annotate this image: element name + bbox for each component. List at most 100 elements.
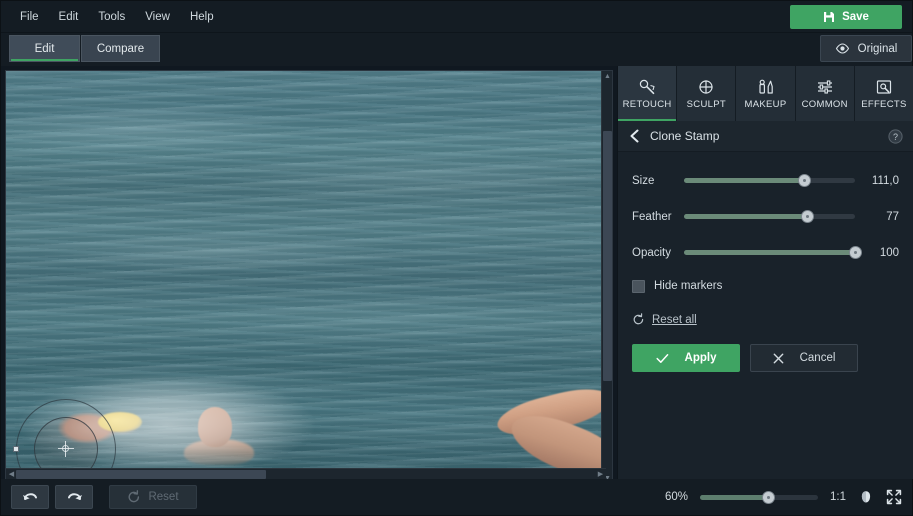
reset-all-label: Reset all bbox=[652, 313, 697, 326]
reset-button-label: Reset bbox=[148, 491, 179, 503]
menu-bar: File Edit Tools View Help Save bbox=[1, 1, 912, 33]
swimmer-left bbox=[42, 401, 162, 457]
panel-header: Clone Stamp ? bbox=[618, 121, 913, 152]
undo-button[interactable] bbox=[11, 485, 49, 509]
slider-feather-track[interactable] bbox=[684, 210, 855, 223]
redo-button[interactable] bbox=[55, 485, 93, 509]
apply-button[interactable]: Apply bbox=[632, 344, 740, 372]
zoom-percent-label: 60% bbox=[664, 491, 688, 503]
slider-opacity: Opacity 100 bbox=[632, 240, 899, 265]
canvas-region: ▲ ▼ ◀ ▶ bbox=[1, 66, 617, 485]
sculpt-target-icon bbox=[696, 78, 716, 96]
original-toggle-label: Original bbox=[857, 42, 898, 55]
menu-item-help[interactable]: Help bbox=[181, 6, 223, 28]
check-icon bbox=[655, 353, 669, 364]
slider-opacity-label: Opacity bbox=[632, 246, 671, 259]
horizontal-scroll-thumb[interactable] bbox=[16, 470, 266, 479]
reset-circular-arrow-icon bbox=[127, 490, 141, 504]
slider-size: Size 111,0 bbox=[632, 168, 899, 193]
zoom-slider-knob[interactable] bbox=[762, 490, 776, 504]
tab-common[interactable]: COMMON bbox=[795, 66, 855, 121]
panel-body: Size 111,0 Feather 77 Opacity 100 Hide m… bbox=[618, 152, 913, 372]
zoom-ratio-button[interactable]: 1:1 bbox=[830, 491, 846, 503]
chevron-left-icon[interactable] bbox=[629, 129, 640, 143]
mode-toolbar-left: Edit Compare Original bbox=[1, 33, 912, 66]
tab-effects-label: EFFECTS bbox=[861, 98, 907, 110]
slider-feather: Feather 77 bbox=[632, 204, 899, 229]
tab-effects[interactable]: EFFECTS bbox=[854, 66, 913, 121]
makeup-lipstick-icon bbox=[756, 78, 776, 96]
retouch-wand-icon bbox=[637, 78, 657, 96]
canvas-vertical-scrollbar[interactable]: ▲ ▼ bbox=[601, 71, 612, 484]
checkbox-box-icon[interactable] bbox=[632, 279, 645, 293]
main-area: ▲ ▼ ◀ ▶ bbox=[1, 66, 913, 485]
slider-size-fill bbox=[684, 178, 804, 183]
x-icon bbox=[773, 353, 784, 364]
menu-item-tools[interactable]: Tools bbox=[89, 6, 134, 28]
slider-size-knob[interactable] bbox=[797, 174, 811, 187]
menu-item-edit[interactable]: Edit bbox=[50, 6, 88, 28]
application-window: File Edit Tools View Help Save Edit Comp… bbox=[0, 0, 913, 516]
hide-markers-checkbox[interactable]: Hide markers bbox=[632, 276, 899, 296]
swimmer-right-head bbox=[198, 407, 232, 447]
redo-arrow-icon bbox=[66, 490, 83, 504]
slider-feather-fill bbox=[684, 214, 808, 219]
slider-size-label: Size bbox=[632, 174, 655, 187]
yellow-float-object bbox=[98, 412, 142, 432]
slider-opacity-fill bbox=[684, 250, 855, 255]
face-fit-icon[interactable] bbox=[858, 489, 874, 505]
expand-arrows-icon[interactable] bbox=[886, 489, 902, 505]
panel-actions: Apply Cancel bbox=[632, 344, 899, 372]
tab-compare-label: Compare bbox=[96, 42, 145, 55]
save-button-label: Save bbox=[842, 11, 869, 23]
tab-compare[interactable]: Compare bbox=[81, 35, 160, 62]
slider-feather-value: 77 bbox=[886, 210, 899, 223]
scroll-up-arrow-icon[interactable]: ▲ bbox=[602, 71, 613, 82]
zoom-controls: 60% 1:1 bbox=[654, 479, 902, 515]
panel-tabs: RETOUCH SCULPT MAKEUP COMMON EFFECTS bbox=[618, 66, 913, 121]
floppy-disk-icon bbox=[823, 11, 835, 23]
menu-item-file[interactable]: File bbox=[11, 6, 48, 28]
effects-magic-frame-icon bbox=[874, 78, 894, 96]
zoom-slider-fill bbox=[700, 494, 769, 500]
slider-size-track[interactable] bbox=[684, 174, 855, 187]
cancel-button-label: Cancel bbox=[799, 352, 836, 364]
image-canvas[interactable] bbox=[5, 70, 613, 485]
save-button[interactable]: Save bbox=[790, 5, 902, 29]
tab-sculpt-label: SCULPT bbox=[686, 98, 726, 110]
help-question-icon[interactable]: ? bbox=[888, 128, 903, 144]
reset-circular-arrow-icon bbox=[632, 313, 645, 326]
tool-panel: RETOUCH SCULPT MAKEUP COMMON EFFECTS Clo… bbox=[617, 66, 913, 479]
panel-title: Clone Stamp bbox=[650, 129, 720, 143]
menu-items: File Edit Tools View Help bbox=[1, 6, 223, 28]
slider-feather-knob[interactable] bbox=[801, 210, 815, 223]
slider-opacity-knob[interactable] bbox=[849, 246, 862, 259]
menu-item-view[interactable]: View bbox=[136, 6, 179, 28]
tab-retouch[interactable]: RETOUCH bbox=[618, 66, 678, 121]
eye-icon bbox=[835, 43, 850, 54]
canvas-horizontal-scrollbar[interactable]: ◀ ▶ bbox=[6, 468, 606, 479]
common-sliders-icon bbox=[815, 78, 835, 96]
undo-arrow-icon bbox=[22, 490, 39, 504]
mode-toolbar: Edit Compare Original bbox=[1, 33, 912, 66]
hide-markers-label: Hide markers bbox=[654, 280, 723, 292]
tab-makeup-label: MAKEUP bbox=[744, 98, 787, 110]
zoom-slider-track[interactable] bbox=[700, 490, 818, 504]
tab-retouch-label: RETOUCH bbox=[622, 98, 672, 110]
vertical-scroll-thumb[interactable] bbox=[603, 131, 612, 381]
tab-edit-label: Edit bbox=[34, 42, 55, 55]
slider-size-value: 111,0 bbox=[871, 174, 899, 187]
tab-common-label: COMMON bbox=[801, 98, 848, 110]
original-toggle-button[interactable]: Original bbox=[820, 35, 912, 62]
tab-edit[interactable]: Edit bbox=[9, 35, 80, 62]
svg-text:?: ? bbox=[893, 131, 898, 141]
reset-all-link[interactable]: Reset all bbox=[632, 313, 697, 326]
slider-feather-label: Feather bbox=[632, 210, 672, 223]
tab-makeup[interactable]: MAKEUP bbox=[736, 66, 796, 121]
apply-button-label: Apply bbox=[684, 352, 717, 364]
cancel-button[interactable]: Cancel bbox=[750, 344, 858, 372]
slider-opacity-track[interactable] bbox=[684, 246, 862, 259]
tab-sculpt[interactable]: SCULPT bbox=[677, 66, 737, 121]
bottom-toolbar: Reset 60% 1:1 bbox=[1, 479, 912, 515]
reset-button[interactable]: Reset bbox=[109, 485, 197, 509]
